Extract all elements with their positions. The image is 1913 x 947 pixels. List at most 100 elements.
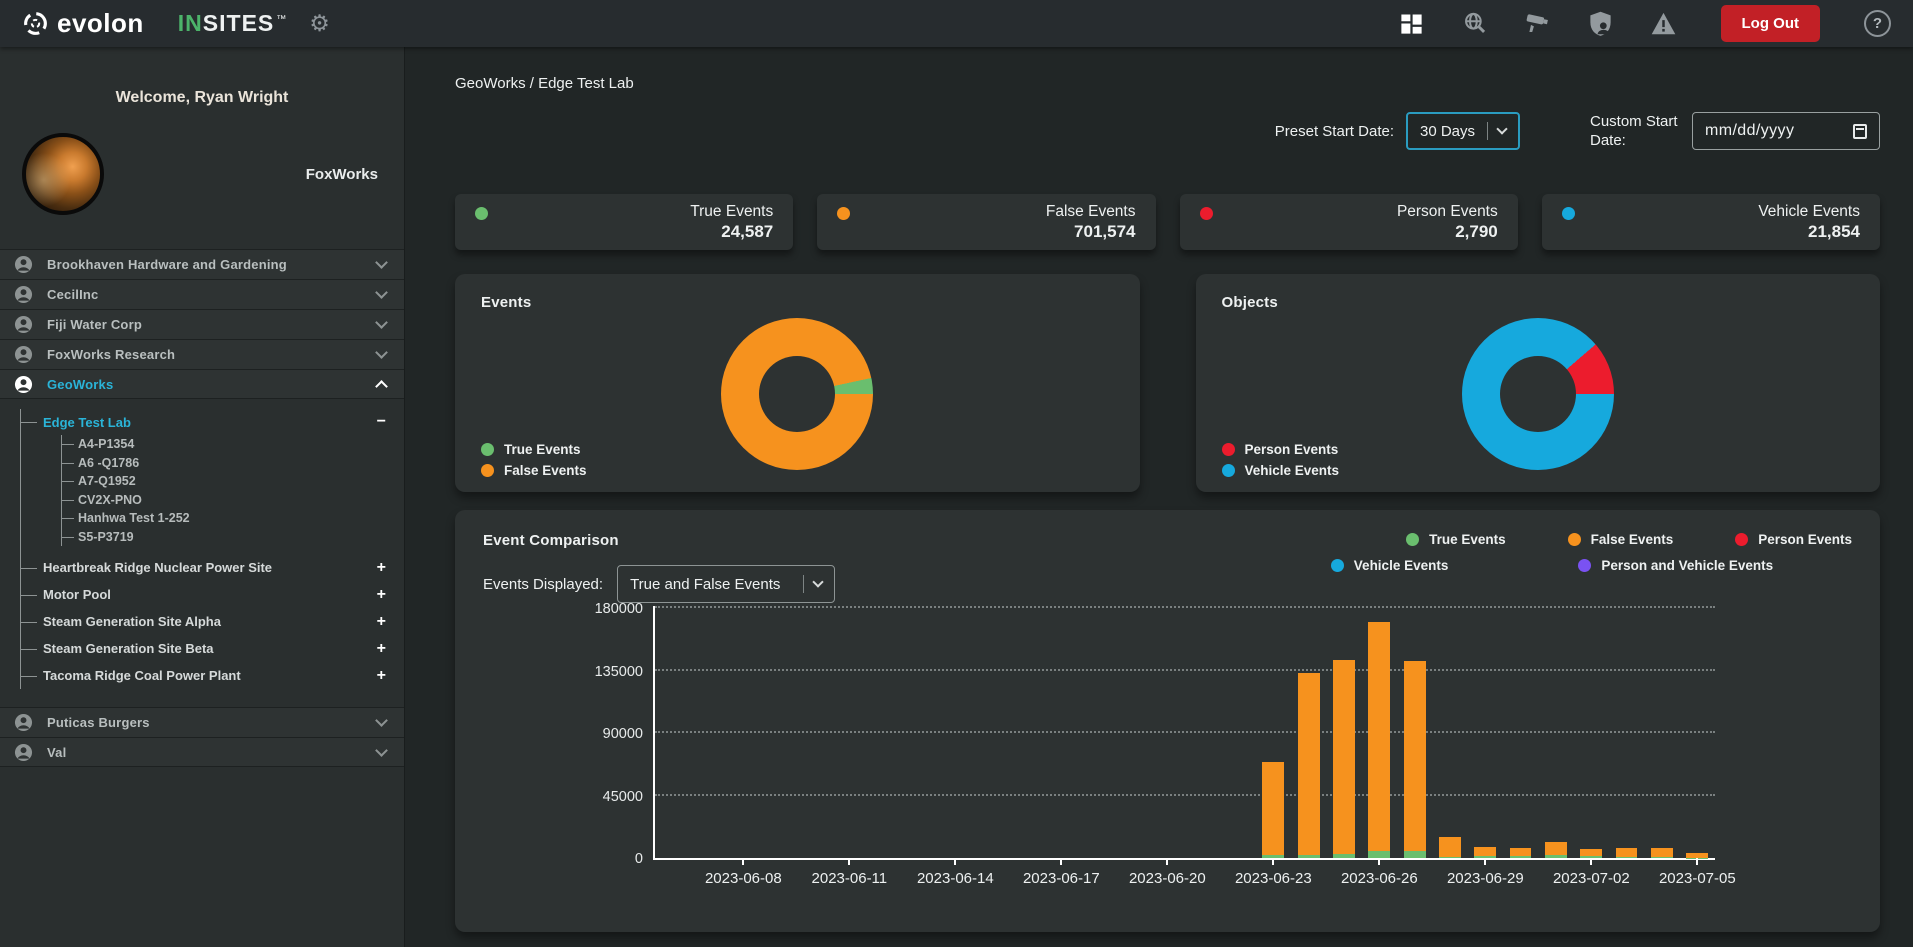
tree-site-heartbreak-ridge-nuclear-power-site[interactable]: Heartbreak Ridge Nuclear Power Site+ — [21, 554, 404, 581]
bar-2023-06-10[interactable] — [803, 608, 825, 858]
tree-site-tacoma-ridge-coal-power-plant[interactable]: Tacoma Ridge Coal Power Plant+ — [21, 662, 404, 689]
bar-2023-06-06[interactable] — [662, 608, 684, 858]
account-list: Brookhaven Hardware and GardeningCecilIn… — [0, 249, 404, 399]
sidebar-account-fiji-water-corp[interactable]: Fiji Water Corp — [0, 309, 404, 339]
dashboard-grid-icon[interactable] — [1398, 10, 1425, 37]
donut-hole — [759, 356, 835, 432]
legend-dot-icon — [1222, 443, 1235, 456]
legend-item-vehicle-events[interactable]: Vehicle Events — [1222, 463, 1340, 478]
bar-2023-06-17[interactable] — [1050, 608, 1072, 858]
bar-2023-06-19[interactable] — [1121, 608, 1143, 858]
chevron-down-icon[interactable] — [375, 346, 388, 359]
bar-2023-07-05[interactable] — [1686, 608, 1708, 858]
bar-2023-06-21[interactable] — [1192, 608, 1214, 858]
bar-2023-06-12[interactable] — [874, 608, 896, 858]
false-events-bar-segment — [1404, 661, 1426, 851]
security-camera-icon[interactable] — [1524, 10, 1551, 37]
shield-user-icon[interactable] — [1587, 10, 1614, 37]
legend-item-false-events[interactable]: False Events — [1568, 532, 1674, 547]
chevron-down-icon[interactable] — [375, 256, 388, 269]
avatar[interactable] — [22, 133, 104, 215]
tree-device-hanhwa-test-1-252[interactable]: Hanhwa Test 1-252 — [62, 509, 404, 528]
tree-device-a4-p1354[interactable]: A4-P1354 — [62, 435, 404, 454]
sidebar-account-foxworks-research[interactable]: FoxWorks Research — [0, 339, 404, 369]
sidebar-account-cecilinc[interactable]: CecilInc — [0, 279, 404, 309]
bar-2023-06-22[interactable] — [1227, 608, 1249, 858]
tree-site-edge-test-lab[interactable]: Edge Test Lab− — [21, 409, 404, 435]
sidebar-account-brookhaven-hardware-and-gardening[interactable]: Brookhaven Hardware and Gardening — [0, 249, 404, 279]
legend-item-true-events[interactable]: True Events — [481, 442, 587, 457]
tree-device-a7-q1952[interactable]: A7-Q1952 — [62, 472, 404, 491]
tree-device-cv2x-pno[interactable]: CV2X-PNO — [62, 491, 404, 510]
bar-2023-06-26[interactable] — [1368, 608, 1390, 858]
bar-2023-07-01[interactable] — [1545, 608, 1567, 858]
expand-plus-button[interactable]: + — [377, 587, 386, 603]
legend-item-person-events[interactable]: Person Events — [1735, 532, 1852, 547]
events-donut-chart[interactable] — [721, 318, 873, 470]
expand-plus-button[interactable]: + — [377, 668, 386, 684]
tree-device-a6-q1786[interactable]: A6 -Q1786 — [62, 454, 404, 473]
logout-button[interactable]: Log Out — [1721, 5, 1820, 42]
globe-search-icon[interactable] — [1461, 10, 1488, 37]
bar-2023-06-07[interactable] — [697, 608, 719, 858]
bar-2023-06-11[interactable] — [838, 608, 860, 858]
bar-2023-06-20[interactable] — [1156, 608, 1178, 858]
person-icon — [14, 285, 33, 304]
objects-donut-chart[interactable] — [1462, 318, 1614, 470]
y-axis-label: 90000 — [603, 726, 643, 742]
legend-item-vehicle-events[interactable]: Vehicle Events — [1331, 558, 1449, 573]
chevron-down-icon[interactable] — [375, 744, 388, 757]
stat-card-false-events: False Events701,574 — [817, 194, 1155, 250]
custom-start-date-input[interactable]: mm/dd/yyyy — [1692, 112, 1880, 150]
bar-2023-06-15[interactable] — [980, 608, 1002, 858]
bar-2023-06-27[interactable] — [1404, 608, 1426, 858]
bar-2023-07-04[interactable] — [1651, 608, 1673, 858]
expand-plus-button[interactable]: + — [377, 641, 386, 657]
preset-start-date-select[interactable]: 30 Days — [1406, 112, 1520, 150]
x-axis-label: 2023-06-17 — [1023, 870, 1100, 887]
bar-2023-06-09[interactable] — [768, 608, 790, 858]
bar-2023-06-30[interactable] — [1510, 608, 1532, 858]
bar-2023-06-23[interactable] — [1262, 608, 1284, 858]
bar-2023-06-16[interactable] — [1015, 608, 1037, 858]
tree-site-motor-pool[interactable]: Motor Pool+ — [21, 581, 404, 608]
bar-2023-06-28[interactable] — [1439, 608, 1461, 858]
legend-dot-icon — [1578, 559, 1591, 572]
tree-site-steam-generation-site-beta[interactable]: Steam Generation Site Beta+ — [21, 635, 404, 662]
warning-triangle-icon[interactable] — [1650, 10, 1677, 37]
legend-item-person-and-vehicle-events[interactable]: Person and Vehicle Events — [1578, 558, 1773, 573]
tree-site-steam-generation-site-alpha[interactable]: Steam Generation Site Alpha+ — [21, 608, 404, 635]
chevron-down-icon — [1496, 123, 1507, 134]
y-axis-label: 135000 — [595, 664, 643, 680]
expand-plus-button[interactable]: + — [377, 560, 386, 576]
bar-slot — [1362, 608, 1397, 858]
collapse-minus-button[interactable]: − — [377, 414, 386, 430]
sidebar-account-puticas-burgers[interactable]: Puticas Burgers — [0, 707, 404, 737]
bar-2023-06-13[interactable] — [909, 608, 931, 858]
chevron-down-icon[interactable] — [375, 286, 388, 299]
bar-2023-07-02[interactable] — [1580, 608, 1602, 858]
bar-2023-07-03[interactable] — [1616, 608, 1638, 858]
sidebar-account-val[interactable]: Val — [0, 737, 404, 767]
legend-item-false-events[interactable]: False Events — [481, 463, 587, 478]
sidebar-account-geoworks[interactable]: GeoWorks — [0, 369, 404, 399]
legend-item-true-events[interactable]: True Events — [1406, 532, 1506, 547]
bar-2023-06-18[interactable] — [1086, 608, 1108, 858]
help-icon[interactable]: ? — [1864, 10, 1891, 37]
brand-name: evolon — [57, 8, 144, 39]
bar-2023-06-08[interactable] — [732, 608, 754, 858]
bar-2023-06-29[interactable] — [1474, 608, 1496, 858]
chevron-down-icon[interactable] — [375, 714, 388, 727]
calendar-icon[interactable] — [1853, 124, 1867, 139]
chevron-up-icon[interactable] — [375, 380, 388, 393]
expand-plus-button[interactable]: + — [377, 614, 386, 630]
stat-value: 24,587 — [690, 222, 773, 242]
events-displayed-select[interactable]: True and False Events — [617, 565, 835, 603]
tree-device-s5-p3719[interactable]: S5-P3719 — [62, 528, 404, 547]
legend-item-person-events[interactable]: Person Events — [1222, 442, 1340, 457]
bar-2023-06-24[interactable] — [1298, 608, 1320, 858]
bar-2023-06-14[interactable] — [944, 608, 966, 858]
settings-gear-icon[interactable]: ⚙ — [309, 12, 330, 35]
bar-2023-06-25[interactable] — [1333, 608, 1355, 858]
chevron-down-icon[interactable] — [375, 316, 388, 329]
